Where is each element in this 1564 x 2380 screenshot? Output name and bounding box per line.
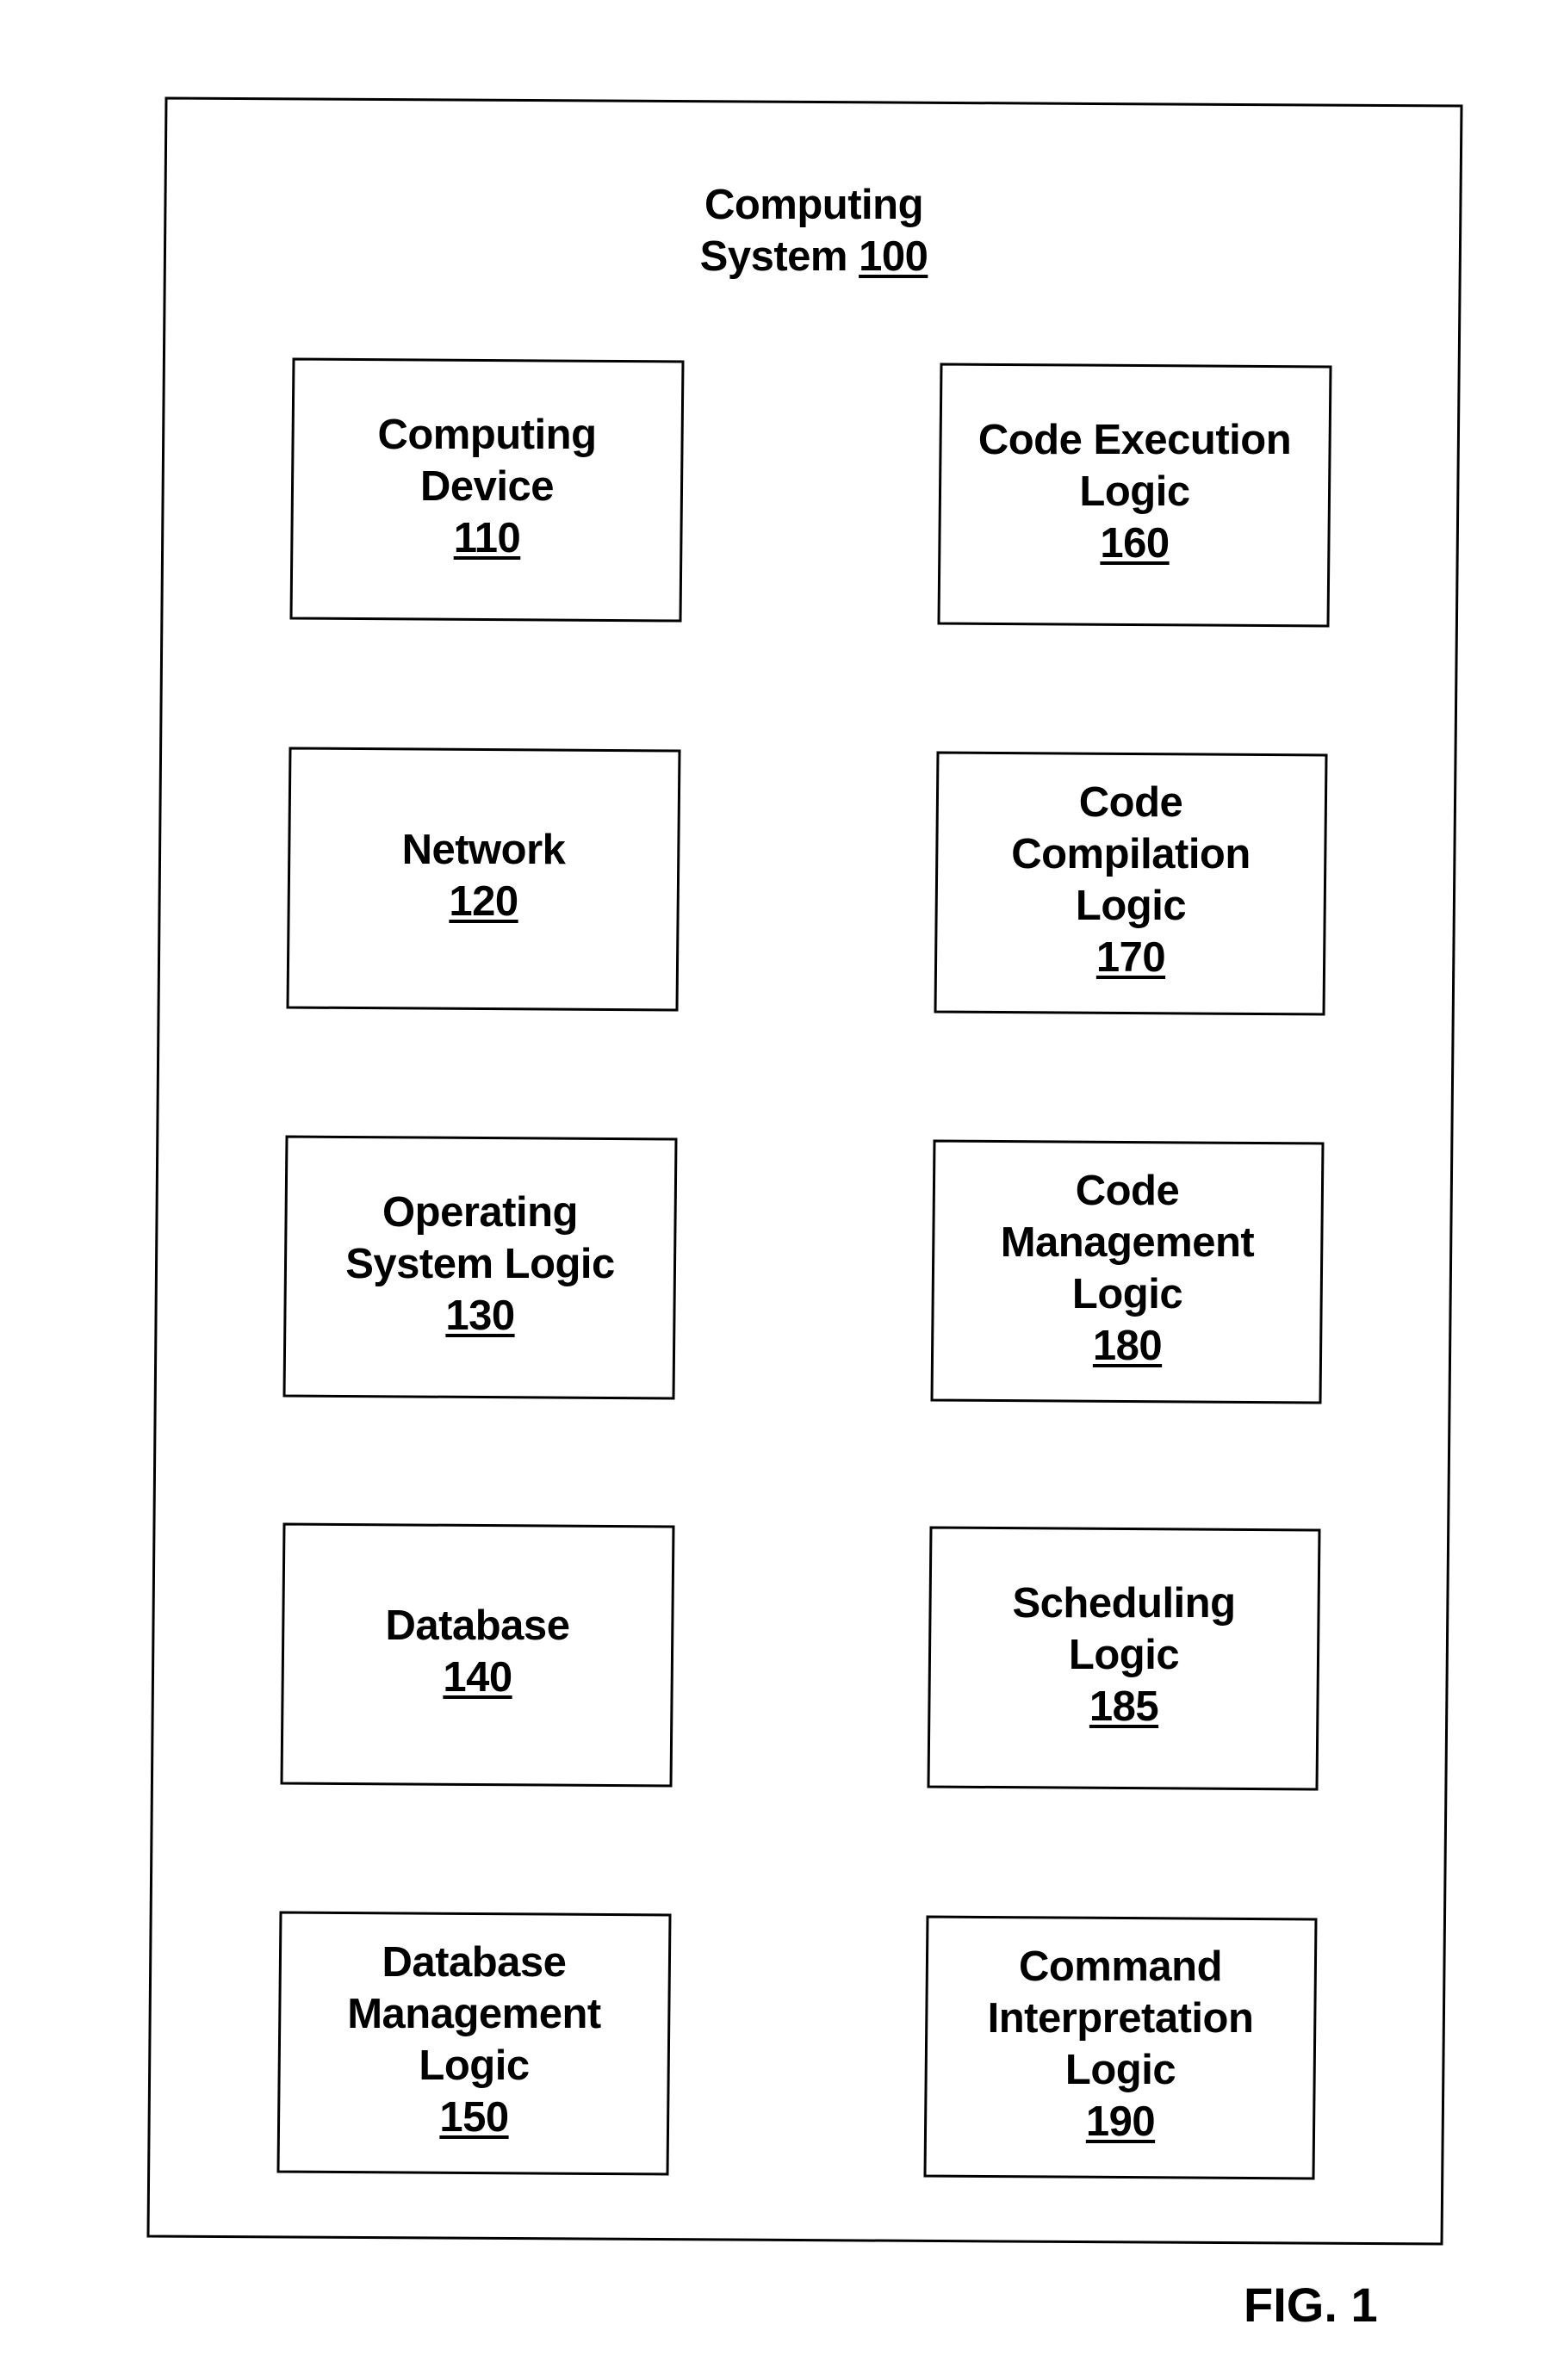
component-name-line: Operating <box>382 1189 578 1236</box>
system-ref-number: 100 <box>859 233 928 280</box>
component-name-line: Logic <box>1068 1632 1180 1678</box>
component-name-line: Scheduling <box>1012 1580 1236 1627</box>
component-ref-number: 120 <box>449 878 518 925</box>
diagram-canvas <box>146 96 1463 2246</box>
component-ref-number: 190 <box>1085 2098 1156 2145</box>
component-ref-line: 140 <box>386 1652 570 1703</box>
computing-system-label: Computing System 100 <box>700 179 928 282</box>
component-ref-line: 130 <box>345 1290 615 1342</box>
component-name-line: Logic <box>1064 2047 1176 2093</box>
component-ref-line: 160 <box>978 518 1291 569</box>
component-ref-number: 110 <box>453 515 521 561</box>
component-name-line: Logic <box>1071 1271 1183 1317</box>
scheduling-logic-label: Scheduling Logic 185 <box>1012 1577 1236 1732</box>
component-name-line: Command <box>1018 1943 1223 1990</box>
component-name-line: Logic <box>1075 883 1187 929</box>
component-ref-line: 110 <box>377 512 596 564</box>
component-ref-number: 180 <box>1092 1323 1163 1369</box>
code-compilation-logic-label: Code Compilation Logic 170 <box>1011 777 1251 983</box>
component-name-line: Logic <box>1079 468 1190 515</box>
component-name-line: Code <box>1078 779 1183 826</box>
component-name-line: Code <box>1075 1168 1180 1214</box>
network-label: Network 120 <box>402 824 566 927</box>
command-interpretation-logic-label: Command Interpretation Logic 190 <box>988 1941 1254 2148</box>
component-name-line: Network <box>401 827 566 873</box>
component-ref-number: 160 <box>1100 520 1170 567</box>
code-management-logic-label: Code Management Logic 180 <box>1001 1165 1255 1372</box>
component-name-line: Database <box>385 1602 570 1649</box>
component-ref-number: 150 <box>439 2094 509 2141</box>
component-ref-number: 185 <box>1089 1683 1159 1730</box>
component-name-line: Logic <box>419 2042 530 2089</box>
component-name-line: Management <box>347 1991 601 2037</box>
component-name-line: Computing <box>377 412 597 458</box>
component-name-line: Interpretation <box>987 1995 1254 2042</box>
component-ref-line: 185 <box>1012 1681 1235 1732</box>
component-ref-number: 130 <box>445 1292 515 1339</box>
component-ref-line: 170 <box>1011 932 1251 983</box>
component-name-line: System Logic <box>345 1241 615 1287</box>
component-ref-number: 140 <box>443 1654 512 1701</box>
component-ref-line: 120 <box>402 876 566 927</box>
code-execution-logic-label: Code Execution Logic 160 <box>978 414 1292 569</box>
component-ref-line: 180 <box>1001 1320 1255 1372</box>
system-name-text: System <box>699 233 848 280</box>
system-name-line2: System 100 <box>700 231 928 282</box>
figure-label: FIG. 1 <box>1244 2278 1378 2332</box>
component-name-line: Compilation <box>1011 831 1251 877</box>
component-name-line: Database <box>382 1939 567 1986</box>
database-label: Database 140 <box>386 1600 570 1703</box>
system-name-line1: Computing <box>704 182 924 228</box>
computing-device-label: Computing Device 110 <box>377 409 597 564</box>
database-management-logic-label: Database Management Logic 150 <box>347 1937 601 2143</box>
component-name-line: Device <box>419 463 555 510</box>
component-name-line: Code Execution <box>978 417 1292 463</box>
component-ref-number: 170 <box>1095 934 1166 981</box>
operating-system-logic-label: Operating System Logic 130 <box>345 1187 615 1342</box>
component-ref-line: 190 <box>988 2096 1254 2148</box>
component-name-line: Management <box>1000 1219 1255 1266</box>
component-ref-line: 150 <box>347 2092 601 2143</box>
